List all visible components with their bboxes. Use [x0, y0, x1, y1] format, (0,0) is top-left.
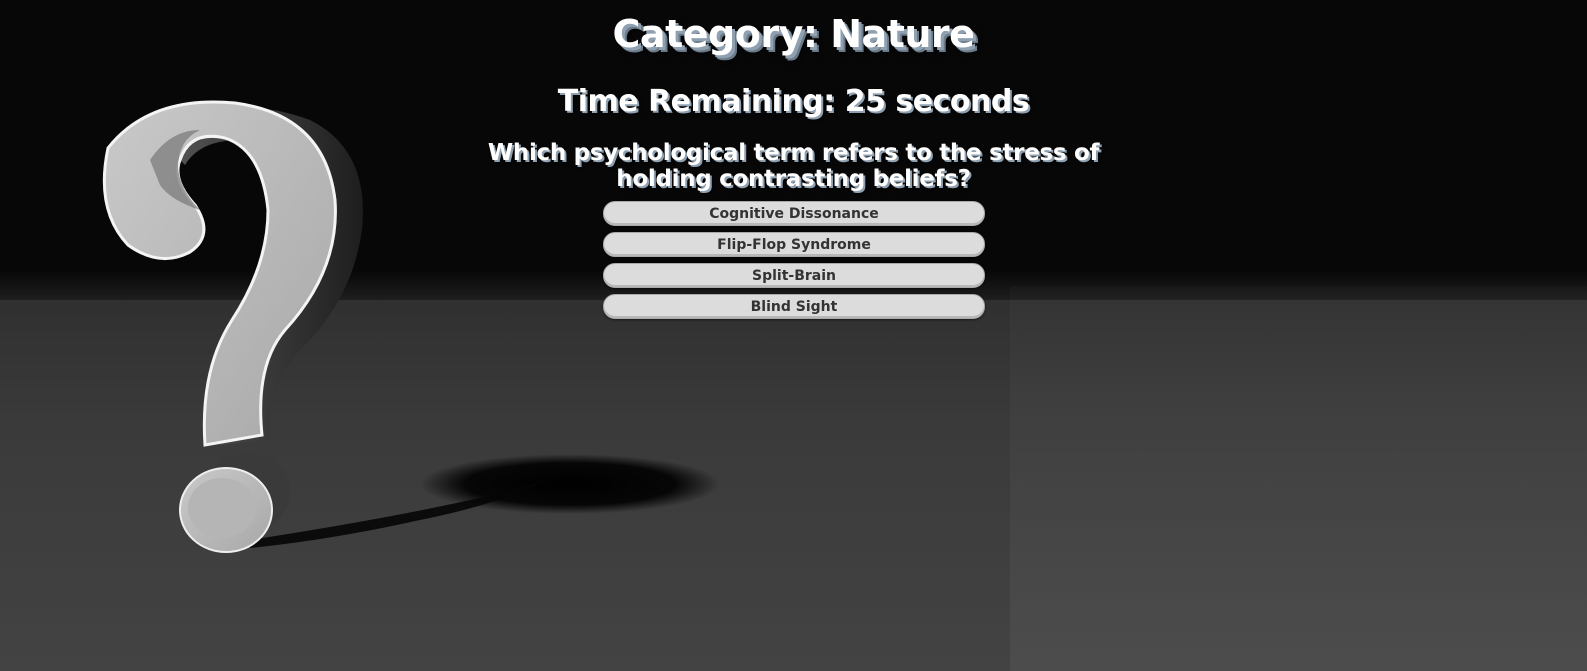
answer-list: Cognitive Dissonance Flip-Flop Syndrome … [603, 201, 985, 325]
answer-button-1[interactable]: Cognitive Dissonance [603, 201, 985, 226]
background-panel [1010, 286, 1587, 671]
answer-button-4[interactable]: Blind Sight [603, 294, 985, 319]
answer-button-2[interactable]: Flip-Flop Syndrome [603, 232, 985, 257]
question-text: Which psychological term refers to the s… [487, 140, 1100, 192]
timer-text: Time Remaining: 25 seconds [557, 84, 1030, 119]
category-heading: Category: Nature [612, 12, 975, 56]
answer-button-3[interactable]: Split-Brain [603, 263, 985, 288]
